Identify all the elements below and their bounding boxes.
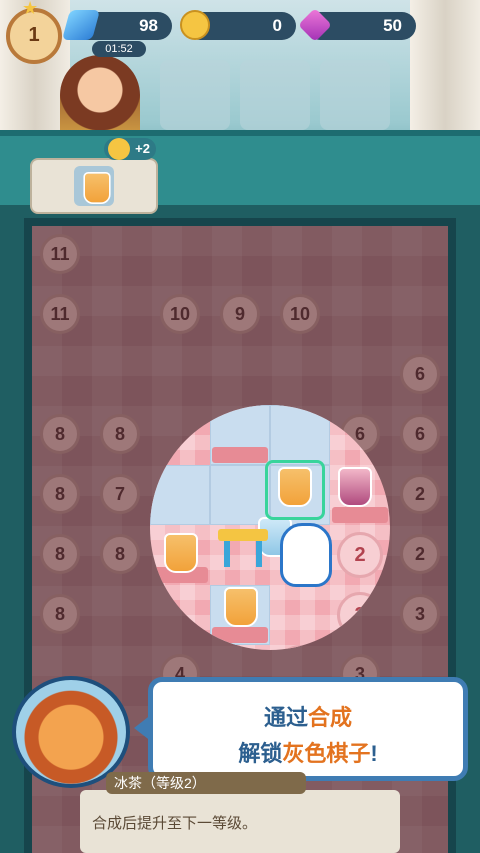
napkin — [212, 447, 268, 463]
board-cell[interactable] — [150, 465, 210, 525]
building-2 — [240, 60, 310, 130]
iced-tea-item[interactable] — [164, 533, 198, 573]
board-cell[interactable] — [270, 405, 330, 465]
table-item[interactable] — [218, 523, 268, 569]
tutorial-highlight: 合成 — [308, 705, 353, 730]
locked-chip[interactable]: 2 — [337, 532, 383, 578]
tutorial-text: ! — [370, 741, 378, 766]
energy-value: 98 — [139, 16, 158, 35]
napkin — [332, 507, 388, 523]
tutorial-line-2: 解锁灰色棋子! — [153, 736, 463, 768]
coin-value: 0 — [272, 16, 282, 35]
energy-timer: 01:52 — [92, 41, 146, 57]
iced-tea-icon — [83, 172, 111, 204]
item-info-description: 合成后提升至下一等级。 — [92, 815, 258, 832]
coin-icon — [180, 10, 210, 40]
tutorial-line-1: 通过合成 — [153, 700, 463, 732]
reward-coin-icon — [108, 138, 130, 160]
level-value: 1 — [28, 24, 40, 46]
table-top — [218, 529, 268, 541]
building-1 — [160, 60, 230, 130]
item-info-title: 冰茶（等级2） — [106, 772, 306, 794]
tutorial-text: 解锁 — [238, 741, 283, 766]
selection-bracket — [265, 460, 325, 520]
order-item-slot — [74, 166, 114, 206]
order-panel[interactable] — [30, 158, 158, 214]
building-3 — [320, 60, 390, 130]
tutorial-text: 通过 — [263, 705, 308, 730]
tutorial-speech-bubble[interactable]: 通过合成 解锁灰色棋子! — [148, 677, 468, 781]
napkin — [212, 627, 268, 643]
table-leg — [224, 541, 230, 567]
tutorial-spotlight[interactable]: 2 3 3 — [150, 405, 390, 650]
table-leg — [256, 541, 262, 567]
star-icon: ★ — [22, 0, 39, 18]
board-cell[interactable] — [210, 465, 270, 525]
tutorial-hand-pointer-icon — [280, 523, 332, 587]
tutorial-highlight: 灰色棋子 — [282, 741, 371, 766]
gem-value: 50 — [383, 16, 402, 35]
locked-chip[interactable]: 3 — [337, 592, 383, 638]
iced-tea-item[interactable] — [224, 587, 258, 627]
berry-drink-item[interactable] — [338, 467, 372, 507]
